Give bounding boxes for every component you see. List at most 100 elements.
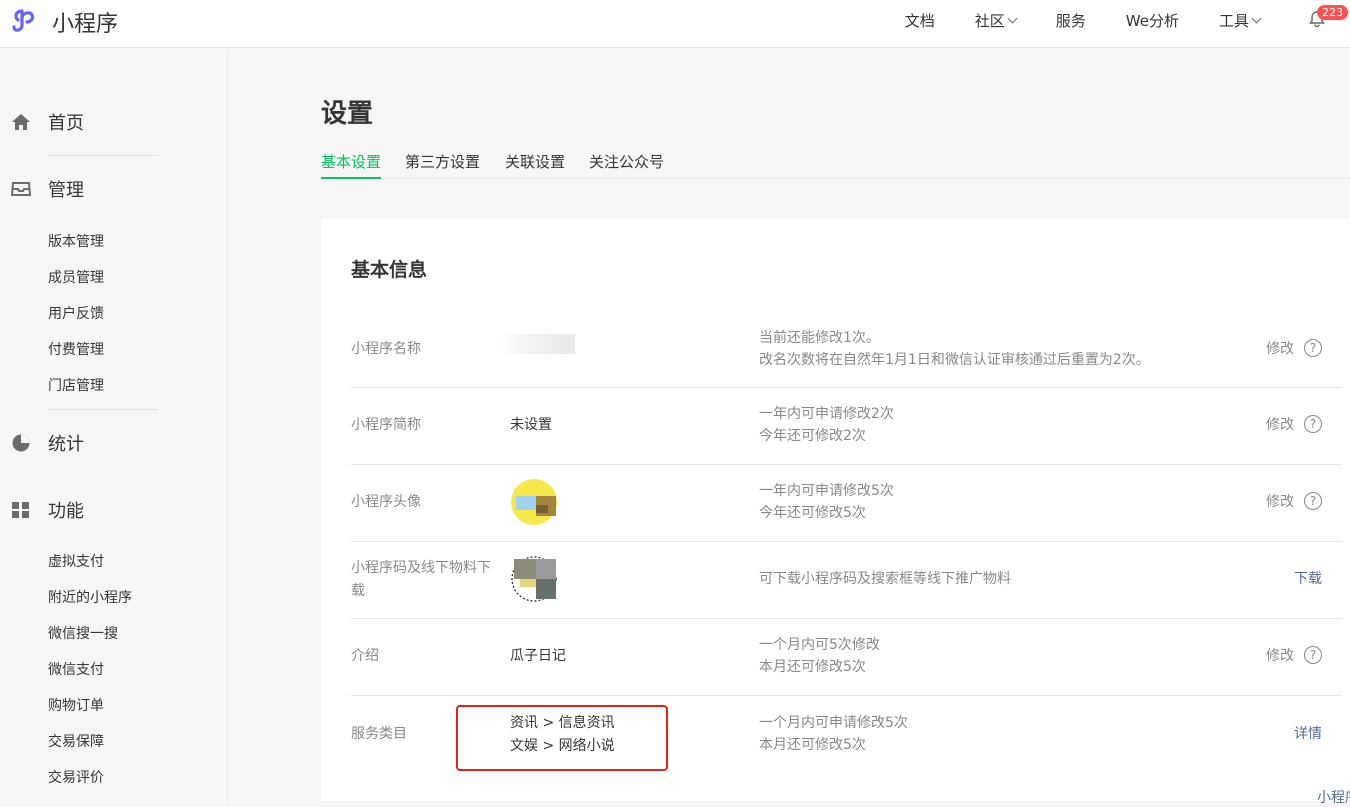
chevron-down-icon: [1251, 13, 1262, 24]
home-icon: [12, 114, 30, 130]
row-desc-line: 可下载小程序码及搜索框等线下推广物料: [759, 571, 1011, 587]
row-desc: 当前还能修改1次。 改名次数将在自然年1月1日和微信认证审核通过后重置为2次。: [759, 327, 1150, 371]
settings-tabs: 基本设置 第三方设置 关联设置 关注公众号: [321, 145, 1350, 179]
sidebar-item-features[interactable]: 功能: [10, 495, 84, 525]
nav-tools-label: 工具: [1218, 12, 1249, 30]
divider: [48, 409, 158, 410]
nav-we-analytics-label: We分析: [1125, 12, 1179, 30]
avatar: [510, 477, 558, 535]
sidebar-item-user-feedback[interactable]: 用户反馈: [48, 303, 104, 323]
row-miniprogram-avatar: 小程序头像 一年内可申请修改5次 今年还可修改5次 修改 ?: [351, 465, 1342, 542]
row-desc-line: 本月还可修改5次: [759, 737, 866, 753]
sidebar-item-virtual-payment[interactable]: 虚拟支付: [48, 551, 104, 571]
row-miniprogram-short-name: 小程序简称 未设置 一年内可申请修改2次 今年还可修改2次 修改 ?: [351, 388, 1342, 465]
sidebar-item-store-management[interactable]: 门店管理: [48, 375, 104, 395]
row-desc: 一年内可申请修改5次 今年还可修改5次: [759, 480, 894, 524]
sidebar-item-stats-label: 统计: [48, 434, 84, 455]
redacted-block: [499, 334, 575, 354]
sidebar-item-version-management[interactable]: 版本管理: [48, 231, 104, 251]
divider: [48, 155, 158, 156]
row-miniprogram-name: 小程序名称 当前还能修改1次。 改名次数将在自然年1月1日和微信认证审核通过后重…: [351, 311, 1342, 388]
help-icon[interactable]: ?: [1304, 339, 1322, 357]
sidebar-item-home-label: 首页: [48, 113, 84, 134]
nav-services[interactable]: 服务: [1056, 10, 1086, 31]
service-categories-value: 资讯 > 信息资讯 文娱 > 网络小说: [510, 712, 615, 758]
row-desc-line: 一个月内可申请修改5次: [759, 715, 908, 731]
introduction-value: 瓜子日记: [510, 648, 566, 664]
row-desc-line: 一年内可申请修改5次: [759, 483, 894, 499]
entity-change-link[interactable]: 小程序主体变更: [1317, 787, 1350, 807]
nav-docs[interactable]: 文档: [905, 10, 935, 31]
sidebar-item-manage-label: 管理: [48, 180, 84, 201]
sidebar-item-member-management[interactable]: 成员管理: [48, 267, 104, 287]
help-icon[interactable]: ?: [1304, 492, 1322, 510]
nav-we-analytics[interactable]: We分析: [1126, 10, 1179, 31]
sidebar-item-payment-management[interactable]: 付费管理: [48, 339, 104, 359]
row-service-categories: 服务类目 资讯 > 信息资讯 文娱 > 网络小说 一个月内可申请修改5次 本月还…: [351, 696, 1342, 773]
brand-title[interactable]: 小程序: [52, 6, 118, 38]
page-title: 设置: [321, 99, 374, 129]
qrcode-icon: [511, 556, 557, 602]
grid-icon: [12, 502, 29, 518]
nav-services-label: 服务: [1055, 12, 1086, 30]
details-action: 详情: [1294, 723, 1322, 743]
details-link[interactable]: 详情: [1294, 723, 1322, 743]
edit-avatar-action: 修改 ?: [1266, 491, 1322, 511]
sidebar-item-wechat-search[interactable]: 微信搜一搜: [48, 623, 118, 643]
help-icon[interactable]: ?: [1304, 415, 1322, 433]
inbox-icon: [10, 182, 32, 196]
edit-button[interactable]: 修改: [1266, 645, 1294, 665]
edit-button[interactable]: 修改: [1266, 491, 1294, 511]
tab-association-settings[interactable]: 关联设置: [505, 151, 565, 179]
row-desc-line: 一年内可申请修改2次: [759, 406, 894, 422]
sidebar: 首页 管理 版本管理 成员管理 用户反馈 付费管理 门店管理 统计 功能 虚拟支…: [0, 49, 228, 801]
row-desc-line: 改名次数将在自然年1月1日和微信认证审核通过后重置为2次。: [759, 352, 1150, 368]
edit-button[interactable]: 修改: [1266, 414, 1294, 434]
miniprogram-logo-icon[interactable]: [10, 5, 42, 37]
row-desc-line: 今年还可修改2次: [759, 428, 866, 444]
download-link[interactable]: 下载: [1294, 568, 1322, 588]
row-label: 小程序头像: [351, 494, 421, 510]
sidebar-item-wechat-pay[interactable]: 微信支付: [48, 659, 104, 679]
row-label: 小程序名称: [351, 341, 421, 357]
sidebar-item-home[interactable]: 首页: [10, 107, 84, 137]
name-value-redacted: [499, 334, 575, 362]
sidebar-item-manage[interactable]: 管理: [10, 174, 84, 204]
pie-chart-icon: [12, 434, 30, 452]
avatar-image: [511, 479, 557, 525]
tab-basic-settings[interactable]: 基本设置: [321, 151, 382, 179]
nav-docs-label: 文档: [904, 12, 935, 30]
nav-community[interactable]: 社区: [974, 10, 1018, 31]
top-nav: 文档 社区 服务 We分析 工具: [905, 10, 1262, 31]
row-desc: 一年内可申请修改2次 今年还可修改2次: [759, 403, 894, 447]
row-introduction: 介绍 瓜子日记 一个月内可5次修改 本月还可修改5次 修改 ?: [351, 619, 1342, 696]
sidebar-item-transaction-reviews[interactable]: 交易评价: [48, 767, 104, 787]
row-label: 小程序码及线下物料下载: [351, 560, 491, 599]
download-action: 下载: [1294, 568, 1322, 588]
chevron-down-icon: [1007, 13, 1018, 24]
row-label: 小程序简称: [351, 417, 421, 433]
row-label: 介绍: [351, 648, 379, 664]
edit-name-action: 修改 ?: [1266, 338, 1322, 358]
edit-button[interactable]: 修改: [1266, 338, 1294, 358]
row-desc-line: 当前还能修改1次。: [759, 330, 880, 346]
tab-follow-official-account[interactable]: 关注公众号: [589, 151, 664, 179]
sidebar-item-features-label: 功能: [48, 501, 84, 522]
basic-info-card: 基本信息 小程序名称 当前还能修改1次。 改名次数将在自然年1月1日和微信认证审…: [321, 219, 1350, 806]
help-icon[interactable]: ?: [1304, 646, 1322, 664]
sidebar-item-nearby-miniprogram[interactable]: 附近的小程序: [48, 587, 132, 607]
nav-tools[interactable]: 工具: [1218, 10, 1262, 31]
sidebar-item-stats[interactable]: 统计: [10, 428, 84, 458]
row-qrcode-download: 小程序码及线下物料下载 可下载小程序码及搜索框等线下推广物料 下载: [351, 542, 1342, 619]
row-desc: 一个月内可5次修改 本月还可修改5次: [759, 634, 880, 678]
row-desc-line: 本月还可修改5次: [759, 659, 866, 675]
row-desc-line: 今年还可修改5次: [759, 505, 866, 521]
nav-community-label: 社区: [974, 12, 1005, 30]
tab-third-party-settings[interactable]: 第三方设置: [405, 151, 480, 179]
sidebar-item-shopping-orders[interactable]: 购物订单: [48, 695, 104, 715]
top-bar: 小程序 文档 社区 服务 We分析 工具 223: [0, 0, 1350, 48]
row-label: 服务类目: [351, 726, 407, 742]
edit-intro-action: 修改 ?: [1266, 645, 1322, 665]
row-desc: 一个月内可申请修改5次 本月还可修改5次: [759, 712, 908, 756]
sidebar-item-transaction-guarantee[interactable]: 交易保障: [48, 731, 104, 751]
